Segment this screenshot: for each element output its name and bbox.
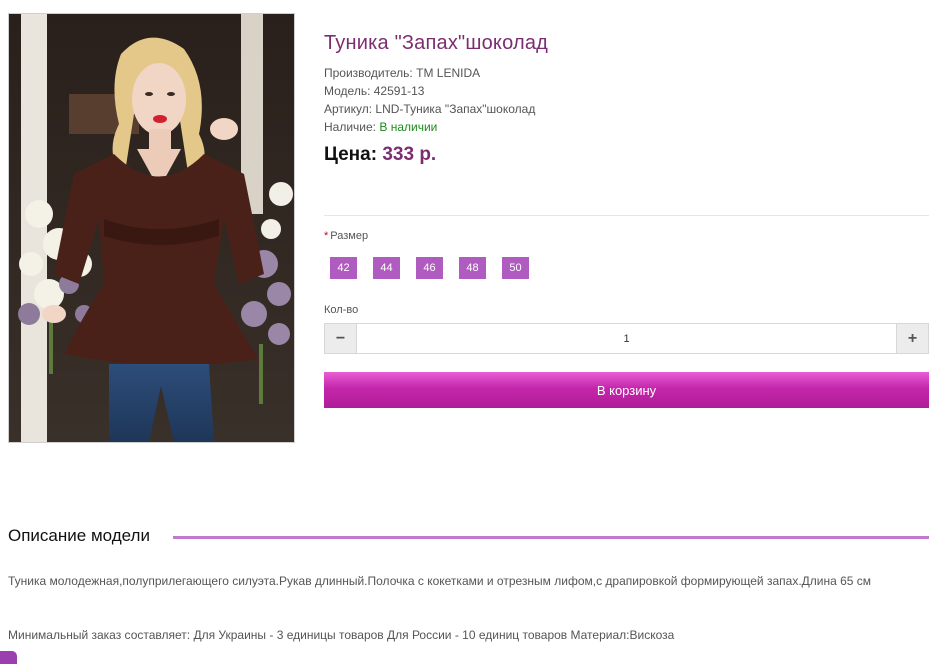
plus-icon: + [907, 329, 918, 347]
quantity-label: Кол-во [324, 304, 359, 316]
spec-sku-value: LND-Туника "Запах"шоколад [375, 102, 536, 116]
size-option-48[interactable]: 48 [459, 257, 486, 279]
divider [324, 215, 929, 216]
quantity-increase-button[interactable]: + [896, 324, 928, 353]
spec-availability-label: Наличие: [324, 120, 377, 134]
spec-sku: Артикул: LND-Туника "Запах"шоколад [324, 102, 535, 116]
spec-sku-label: Артикул: [324, 102, 373, 116]
description-heading: Описание модели [8, 526, 150, 545]
size-label: * Размер [324, 230, 368, 242]
spec-manufacturer: Производитель: TM LENIDA [324, 66, 480, 80]
product-title: Туника "Запах"шоколад [324, 32, 549, 54]
minus-icon: − [335, 329, 346, 347]
spec-model-label: Модель: [324, 84, 371, 98]
size-label-text: Размер [330, 230, 369, 242]
side-widget-tab[interactable] [0, 651, 17, 664]
spec-manufacturer-value: TM LENIDA [416, 66, 481, 80]
size-option-50[interactable]: 50 [502, 257, 529, 279]
size-option-46[interactable]: 46 [416, 257, 443, 279]
price-value: 333 р. [382, 144, 437, 165]
spec-model-value: 42591-13 [373, 84, 425, 98]
spec-manufacturer-label: Производитель: [324, 66, 413, 80]
quantity-stepper: − 1 + [324, 323, 929, 354]
spec-availability: Наличие: В наличии [324, 120, 437, 134]
product-photo-graphic [9, 14, 294, 442]
add-to-cart-button[interactable]: В корзину [324, 372, 929, 408]
minimum-order-text: Минимальный заказ составляет: Для Украин… [8, 628, 675, 642]
product-image[interactable] [8, 13, 295, 443]
availability-status: В наличии [379, 120, 438, 134]
description-text: Туника молодежная,полуприлегающего силуэ… [8, 574, 872, 588]
spec-model: Модель: 42591-13 [324, 84, 424, 98]
size-option-44[interactable]: 44 [373, 257, 400, 279]
quantity-input[interactable]: 1 [357, 324, 896, 353]
size-option-42[interactable]: 42 [330, 257, 357, 279]
size-options: 42 44 46 48 50 [330, 257, 529, 279]
price-label: Цена: [324, 144, 378, 165]
price: Цена: 333 р. [324, 144, 436, 166]
required-mark: * [324, 230, 329, 242]
description-heading-line [173, 536, 929, 539]
quantity-decrease-button[interactable]: − [325, 324, 357, 353]
